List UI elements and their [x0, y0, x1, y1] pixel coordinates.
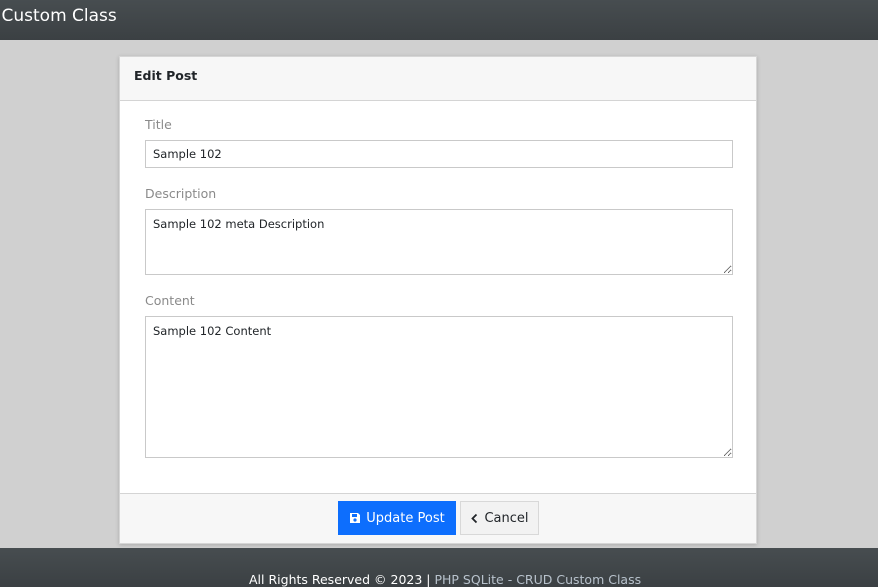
- chevron-left-icon: [470, 513, 479, 524]
- title-input[interactable]: [145, 140, 733, 168]
- content-textarea[interactable]: Sample 102 Content: [145, 316, 733, 458]
- cancel-label: Cancel: [484, 510, 529, 526]
- footer-link[interactable]: PHP SQLite - CRUD Custom Class: [434, 572, 641, 587]
- floppy-disk-icon: [349, 512, 361, 524]
- edit-post-card: Edit Post Title Description Sample 102 m…: [119, 56, 757, 544]
- description-label: Description: [145, 186, 217, 201]
- footer-text: All Rights Reserved © 2023 | PHP SQLite …: [249, 572, 641, 587]
- card-footer: Update Post Cancel: [120, 493, 756, 543]
- update-post-label: Update Post: [366, 510, 445, 526]
- description-textarea[interactable]: Sample 102 meta Description: [145, 209, 733, 275]
- card-header: Edit Post: [120, 57, 756, 101]
- top-navbar: JD Custom Class: [0, 0, 878, 40]
- card-body: Title Description Sample 102 meta Descri…: [120, 101, 756, 458]
- footer-copyright: All Rights Reserved © 2023 |: [249, 572, 431, 587]
- update-post-button[interactable]: Update Post: [338, 501, 456, 535]
- content-label: Content: [145, 293, 195, 308]
- navbar-brand[interactable]: JD Custom Class: [0, 6, 117, 26]
- page-footer: All Rights Reserved © 2023 | PHP SQLite …: [0, 548, 878, 587]
- title-label: Title: [145, 117, 172, 132]
- cancel-button[interactable]: Cancel: [460, 501, 539, 535]
- card-title: Edit Post: [134, 68, 198, 83]
